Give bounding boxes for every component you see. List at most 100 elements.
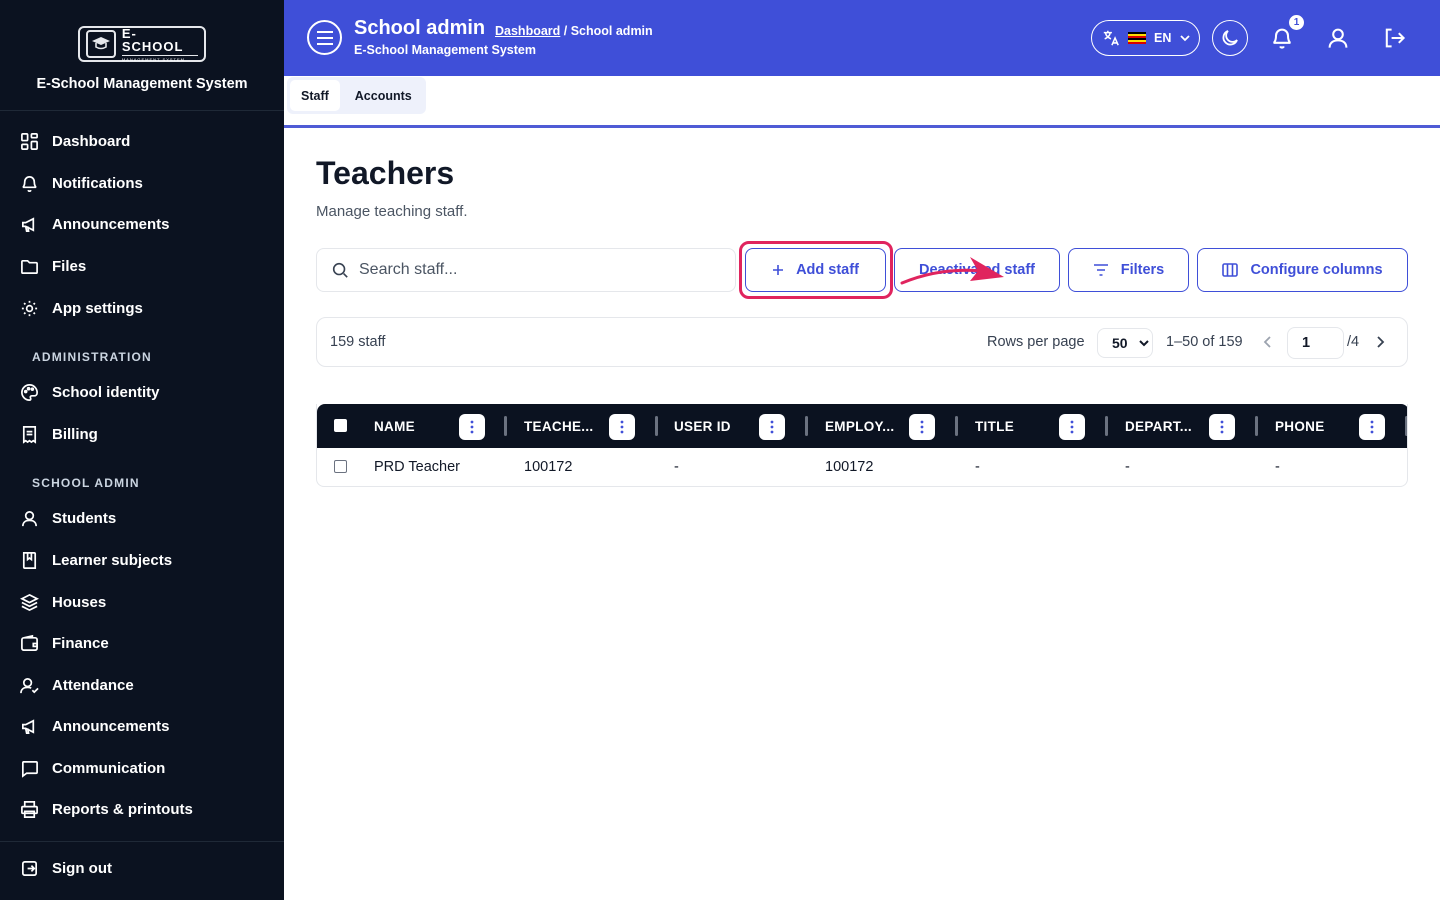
- sidebar-item-finance[interactable]: Finance: [20, 632, 109, 654]
- column-menu-icon[interactable]: [1359, 414, 1385, 440]
- sidebar-item-label: Billing: [52, 425, 98, 443]
- add-staff-label: Add staff: [796, 262, 859, 278]
- theme-toggle-button[interactable]: [1212, 20, 1248, 56]
- sidebar-item-label: Dashboard: [52, 132, 131, 150]
- search-input[interactable]: [359, 261, 719, 279]
- sign-out-label: Sign out: [52, 859, 112, 877]
- sidebar-item-learner-subjects[interactable]: Learner subjects: [20, 549, 172, 571]
- hamburger-icon: [316, 30, 333, 45]
- column-header-phone[interactable]: PHONE: [1275, 404, 1325, 448]
- sidebar-item-label: Students: [52, 509, 117, 527]
- column-resize-handle[interactable]: [504, 416, 507, 436]
- column-resize-handle[interactable]: [805, 416, 808, 436]
- filters-label: Filters: [1120, 262, 1165, 278]
- filters-button[interactable]: Filters: [1068, 248, 1189, 292]
- menu-button[interactable]: [307, 20, 342, 55]
- sidebar-item-school-identity[interactable]: School identity: [20, 381, 160, 403]
- section-administration: ADMINISTRATION: [32, 350, 152, 364]
- pagination-bar: 159 staff Rows per page 50 1–50 of 159 /…: [316, 317, 1408, 367]
- column-header-department[interactable]: DEPART...: [1125, 404, 1192, 448]
- moon-icon: [1222, 30, 1238, 46]
- cell-teacher: 100172: [524, 459, 573, 475]
- search-box: [316, 248, 736, 292]
- profile-button[interactable]: [1325, 25, 1351, 51]
- notifications-button[interactable]: [1269, 25, 1295, 51]
- top-header: School admin Dashboard / School admin E-…: [284, 0, 1440, 76]
- folder-icon: [21, 259, 38, 274]
- chevron-down-icon: [1180, 35, 1191, 42]
- add-staff-button[interactable]: Add staff: [745, 248, 886, 292]
- sidebar-item-billing[interactable]: Billing: [20, 423, 98, 445]
- column-header-title[interactable]: TITLE: [975, 404, 1014, 448]
- column-resize-handle[interactable]: [1405, 416, 1407, 436]
- search-icon: [332, 262, 348, 278]
- rows-per-page-select[interactable]: 50: [1097, 328, 1153, 358]
- row-checkbox[interactable]: [334, 460, 347, 473]
- megaphone-icon: [21, 216, 35, 232]
- sidebar-item-label: Files: [52, 257, 87, 275]
- sign-out-button[interactable]: Sign out: [20, 857, 112, 879]
- configure-columns-button[interactable]: Configure columns: [1197, 248, 1408, 292]
- table-row[interactable]: PRD Teacher 100172 - 100172 - - -: [317, 448, 1407, 486]
- header-subtitle: E-School Management System: [354, 43, 536, 57]
- section-title: Teachers: [316, 155, 455, 191]
- column-menu-icon[interactable]: [909, 414, 935, 440]
- column-header-user-id[interactable]: USER ID: [674, 404, 731, 448]
- printer-icon: [21, 800, 38, 818]
- sidebar-item-dashboard[interactable]: Dashboard: [20, 130, 130, 152]
- staff-table: NAME TEACHE... USER ID EMPLOY... TITLE D…: [316, 404, 1408, 487]
- graduation-cap-icon: [86, 30, 116, 58]
- sidebar-item-app-settings[interactable]: App settings: [20, 297, 143, 319]
- column-resize-handle[interactable]: [955, 416, 958, 436]
- user-icon: [21, 510, 38, 526]
- breadcrumb-dashboard-link[interactable]: Dashboard: [495, 24, 560, 38]
- sidebar-item-attendance[interactable]: Attendance: [20, 674, 134, 696]
- tab-staff[interactable]: Staff: [290, 80, 340, 111]
- page-number-input[interactable]: [1287, 327, 1344, 359]
- sidebar-item-houses[interactable]: Houses: [20, 591, 106, 613]
- column-header-teacher[interactable]: TEACHE...: [524, 404, 593, 448]
- chevron-right-icon[interactable]: [1373, 333, 1387, 351]
- language-selector[interactable]: EN: [1091, 20, 1200, 56]
- sidebar-item-communication[interactable]: Communication: [20, 757, 165, 779]
- breadcrumb: Dashboard / School admin: [495, 24, 653, 38]
- breadcrumb-current: / School admin: [560, 24, 653, 38]
- tab-accounts[interactable]: Accounts: [344, 80, 423, 111]
- sidebar-item-label: Houses: [52, 593, 107, 611]
- sidebar-item-label: Learner subjects: [52, 551, 173, 569]
- megaphone-icon: [21, 718, 35, 734]
- column-menu-icon[interactable]: [1059, 414, 1085, 440]
- chevron-left-icon[interactable]: [1261, 333, 1275, 351]
- sign-out-icon: [21, 860, 38, 876]
- sidebar-item-files[interactable]: Files: [20, 255, 86, 277]
- column-menu-icon[interactable]: [759, 414, 785, 440]
- sidebar-item-label: App settings: [52, 299, 143, 317]
- column-header-name[interactable]: NAME: [374, 404, 415, 448]
- sidebar-item-reports[interactable]: Reports & printouts: [20, 798, 193, 820]
- bell-icon: [22, 175, 37, 192]
- sidebar-item-announcements[interactable]: Announcements: [20, 213, 170, 235]
- column-resize-handle[interactable]: [655, 416, 658, 436]
- message-square-icon: [21, 760, 38, 778]
- sidebar-item-label: Notifications: [52, 174, 143, 192]
- column-resize-handle[interactable]: [1105, 416, 1108, 436]
- column-resize-handle[interactable]: [1255, 416, 1258, 436]
- section-school-admin: SCHOOL ADMIN: [32, 476, 140, 490]
- sidebar-item-announcements-school[interactable]: Announcements: [20, 715, 170, 737]
- logo-text: E-SCHOOL: [121, 25, 184, 54]
- tabs-bar: Staff Accounts: [284, 76, 1440, 128]
- sidebar-item-notifications[interactable]: Notifications: [20, 172, 143, 194]
- logout-button[interactable]: [1381, 25, 1407, 51]
- column-header-employee[interactable]: EMPLOY...: [825, 404, 894, 448]
- gear-icon: [21, 300, 38, 316]
- layers-icon: [20, 593, 39, 611]
- column-menu-icon[interactable]: [459, 414, 485, 440]
- column-menu-icon[interactable]: [1209, 414, 1235, 440]
- logo: E-SCHOOL MANAGEMENT SYSTEM: [78, 26, 206, 62]
- column-menu-icon[interactable]: [609, 414, 635, 440]
- sidebar-item-students[interactable]: Students: [20, 507, 116, 529]
- sidebar-item-label: Reports & printouts: [52, 800, 193, 818]
- page-title: School admin: [354, 17, 486, 39]
- sidebar-item-label: Announcements: [52, 215, 170, 233]
- select-all-checkbox[interactable]: [334, 419, 347, 432]
